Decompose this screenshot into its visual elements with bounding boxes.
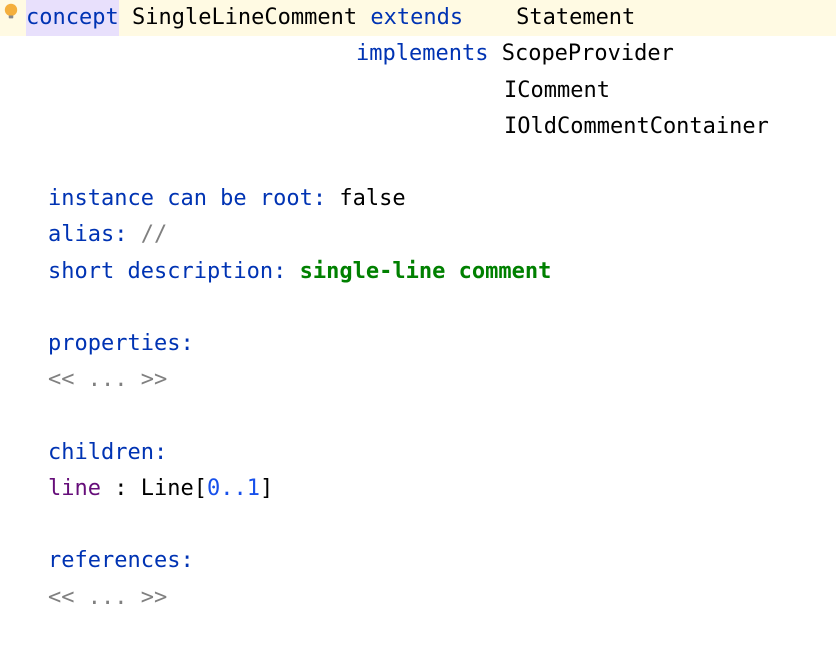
- concept-name[interactable]: SingleLineComment: [132, 0, 357, 36]
- child-name[interactable]: line: [48, 476, 101, 501]
- instance-root-row: instance can be root: false: [26, 181, 836, 217]
- instance-root-label: instance can be root:: [48, 186, 326, 211]
- properties-label: properties:: [48, 331, 194, 356]
- properties-placeholder[interactable]: << ... >>: [26, 362, 836, 398]
- child-type[interactable]: Line: [141, 476, 194, 501]
- child-row[interactable]: line : Line[0..1]: [26, 471, 836, 507]
- declaration-line[interactable]: concept SingleLineComment extends Statem…: [0, 0, 836, 36]
- concept-keyword[interactable]: concept: [26, 0, 119, 36]
- extends-keyword[interactable]: extends: [370, 0, 463, 36]
- intention-bulb-icon[interactable]: [2, 2, 20, 20]
- implements-type-2[interactable]: IOldCommentContainer: [26, 109, 836, 145]
- child-cardinality[interactable]: 0..1: [207, 476, 260, 501]
- references-placeholder[interactable]: << ... >>: [26, 580, 836, 616]
- alias-row: alias: //: [26, 217, 836, 253]
- implements-keyword[interactable]: implements: [356, 41, 488, 66]
- implements-line: implements ScopeProvider: [26, 36, 836, 72]
- properties-section: properties:: [26, 326, 836, 362]
- alias-value[interactable]: //: [141, 222, 168, 247]
- extends-type[interactable]: Statement: [516, 0, 635, 36]
- references-label: references:: [48, 548, 194, 573]
- short-desc-value[interactable]: single-line comment: [300, 259, 552, 284]
- implements-type-1[interactable]: IComment: [26, 73, 836, 109]
- short-desc-row: short description: single-line comment: [26, 254, 836, 290]
- concept-editor: concept SingleLineComment extends Statem…: [0, 0, 836, 616]
- alias-label: alias:: [48, 222, 127, 247]
- short-desc-label: short description:: [48, 259, 286, 284]
- references-section: references:: [26, 543, 836, 579]
- instance-root-value[interactable]: false: [339, 186, 405, 211]
- children-label: children:: [48, 440, 167, 465]
- children-section: children:: [26, 435, 836, 471]
- implements-type-0[interactable]: ScopeProvider: [502, 41, 674, 66]
